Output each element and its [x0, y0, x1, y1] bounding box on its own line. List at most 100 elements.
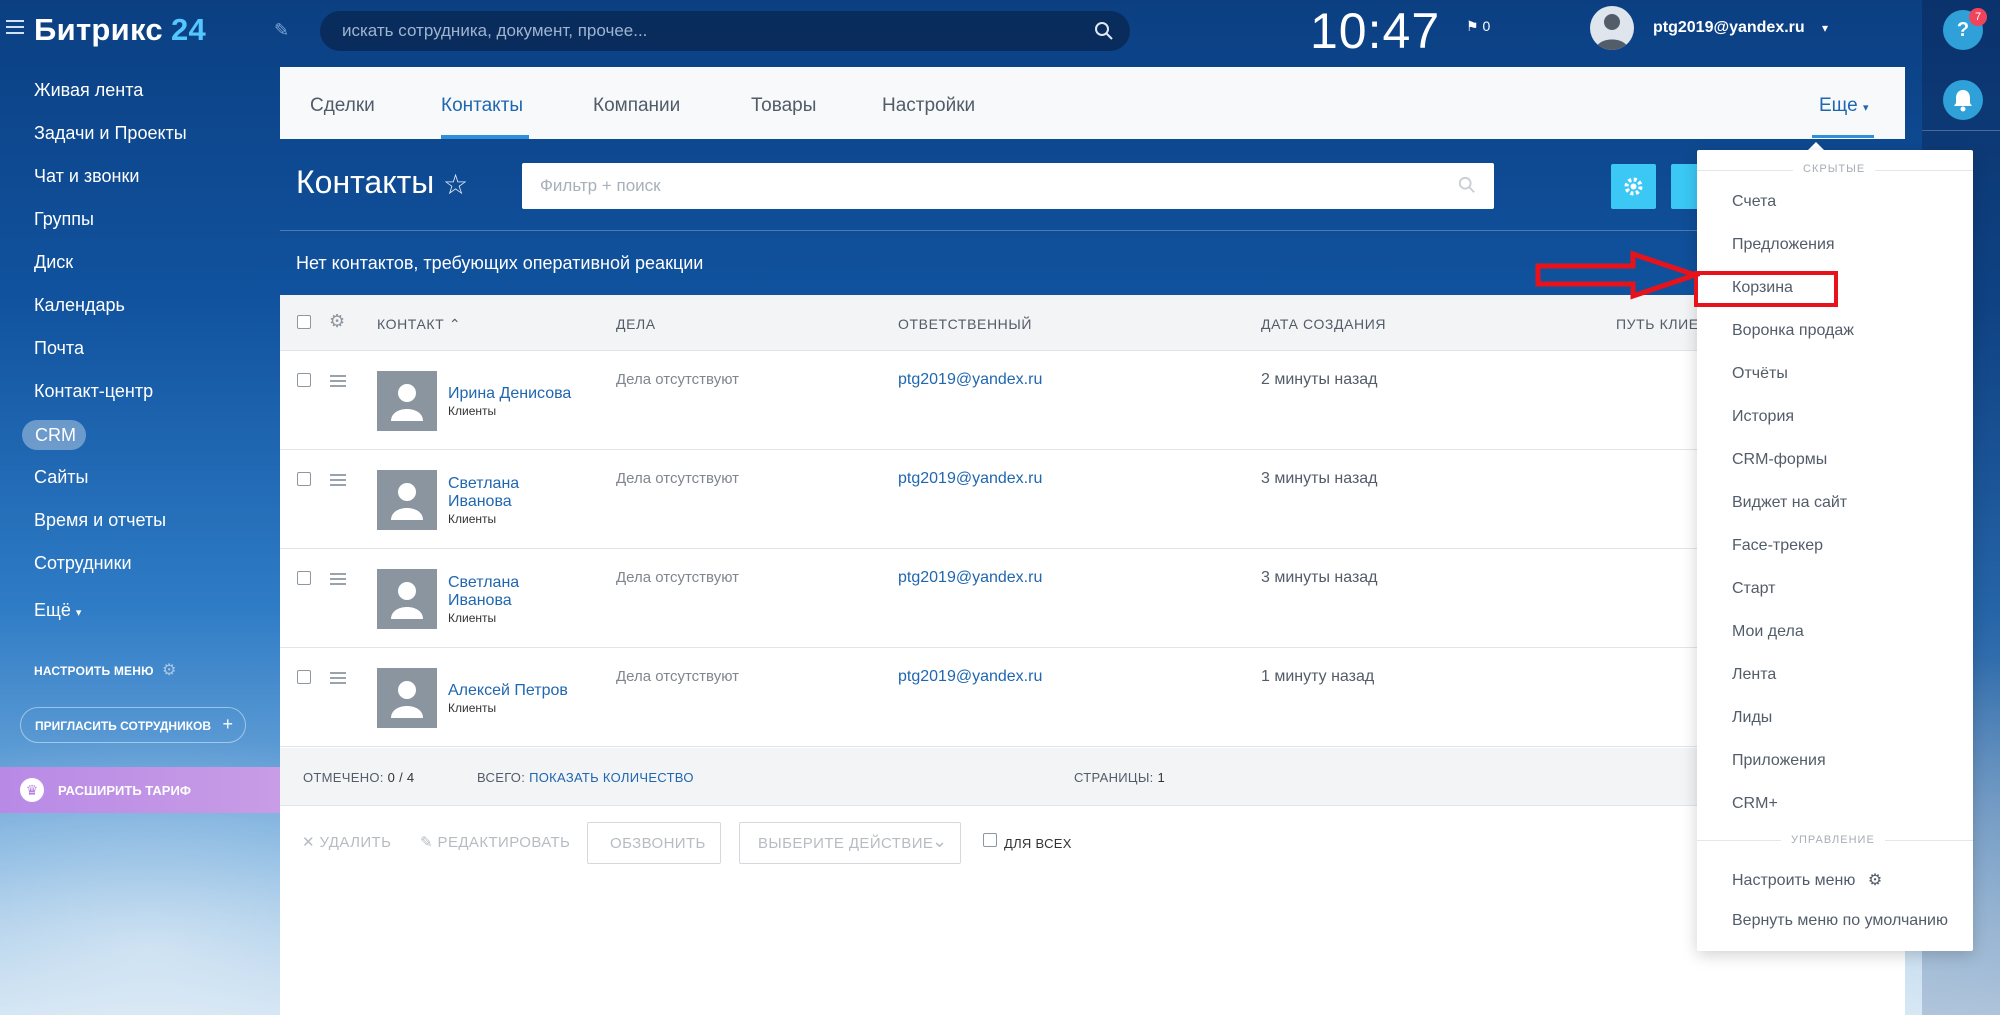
gear-icon: ⚙	[1867, 872, 1883, 889]
menu-item-configure[interactable]: Настроить меню ⚙	[1732, 870, 1882, 890]
logo-number: 24	[170, 12, 207, 47]
sidebar-item-disk[interactable]: Диск	[34, 252, 73, 273]
gear-icon	[1624, 177, 1643, 196]
app-logo[interactable]: Битрикс 24	[34, 12, 206, 48]
flag-icon: ⚑	[1466, 18, 1479, 34]
invite-employees-button[interactable]: ПРИГЛАСИТЬ СОТРУДНИКОВ +	[20, 707, 246, 743]
menu-item-crm-plus[interactable]: CRM+	[1732, 795, 1778, 813]
menu-item-crm-forms[interactable]: CRM-формы	[1732, 451, 1827, 469]
marked-label: ОТМЕЧЕНО:	[303, 770, 384, 785]
column-header-contact[interactable]: КОНТАКТ ⌃	[377, 316, 461, 333]
table-row[interactable]: Алексей Петров Клиенты Дела отсутствуют …	[280, 648, 1905, 747]
menu-item-applications[interactable]: Приложения	[1732, 752, 1826, 770]
drag-handle-icon[interactable]	[330, 573, 346, 588]
for-all-checkbox[interactable]	[983, 833, 997, 847]
search-icon[interactable]	[1458, 176, 1476, 194]
contact-name-link[interactable]: Светлана Иванова	[448, 574, 548, 610]
menu-item-feed[interactable]: Лента	[1732, 666, 1776, 684]
list-settings-button[interactable]	[1611, 164, 1656, 209]
search-icon[interactable]	[1094, 21, 1114, 41]
menu-item-start[interactable]: Старт	[1732, 580, 1775, 598]
contact-deals: Дела отсутствуют	[616, 470, 739, 487]
for-all-label: ДЛЯ ВСЕХ	[1004, 836, 1072, 851]
edit-action[interactable]: ✎ РЕДАКТИРОВАТЬ	[420, 833, 570, 851]
sidebar-item-mail[interactable]: Почта	[34, 338, 84, 359]
gear-icon[interactable]: ⚙	[329, 311, 345, 332]
column-header-deals[interactable]: ДЕЛА	[616, 316, 656, 332]
filter-search-input[interactable]: Фильтр + поиск	[522, 163, 1494, 209]
responsible-link[interactable]: ptg2019@yandex.ru	[898, 668, 1042, 686]
sidebar-item-sites[interactable]: Сайты	[34, 467, 88, 488]
column-header-created[interactable]: ДАТА СОЗДАНИЯ	[1261, 316, 1386, 332]
table-header: ⚙ КОНТАКТ ⌃ ДЕЛА ОТВЕТСТВЕННЫЙ ДАТА СОЗД…	[280, 295, 1905, 351]
show-count-link[interactable]: ПОКАЗАТЬ КОЛИЧЕСТВО	[529, 770, 694, 785]
star-icon[interactable]: ☆	[443, 168, 468, 201]
user-avatar[interactable]	[1590, 6, 1634, 50]
menu-item-face-tracker[interactable]: Face-трекер	[1732, 537, 1823, 555]
choose-action-select[interactable]: ВЫБЕРИТЕ ДЕЙСТВИЕ ⌄	[739, 822, 961, 864]
tab-deals[interactable]: Сделки	[310, 95, 375, 117]
bell-button[interactable]	[1943, 80, 1983, 120]
row-checkbox[interactable]	[297, 571, 311, 585]
drag-handle-icon[interactable]	[330, 375, 346, 390]
call-button[interactable]: ОБЗВОНИТЬ	[587, 822, 721, 864]
row-checkbox[interactable]	[297, 472, 311, 486]
user-silhouette-icon	[1596, 14, 1628, 50]
contact-name-link[interactable]: Ирина Денисова	[448, 385, 571, 403]
menu-item-site-widget[interactable]: Виджет на сайт	[1732, 494, 1847, 512]
drag-handle-icon[interactable]	[330, 474, 346, 489]
chevron-down-icon[interactable]: ▾	[1822, 21, 1828, 35]
menu-item-leads[interactable]: Лиды	[1732, 709, 1772, 727]
contact-name-link[interactable]: Алексей Петров	[448, 682, 568, 700]
sidebar-item-tasks[interactable]: Задачи и Проекты	[34, 123, 187, 144]
table-row[interactable]: Светлана Иванова Клиенты Дела отсутствую…	[280, 450, 1905, 549]
clock[interactable]: 10:47	[1310, 2, 1440, 60]
sidebar-item-chat[interactable]: Чат и звонки	[34, 166, 139, 187]
tab-products[interactable]: Товары	[751, 95, 816, 117]
responsible-link[interactable]: ptg2019@yandex.ru	[898, 569, 1042, 587]
delete-action[interactable]: ✕ УДАЛИТЬ	[302, 833, 391, 851]
responsible-link[interactable]: ptg2019@yandex.ru	[898, 371, 1042, 389]
menu-item-history[interactable]: История	[1732, 408, 1794, 426]
menu-item-my-activities[interactable]: Мои дела	[1732, 623, 1804, 641]
sidebar-item-time-reports[interactable]: Время и отчеты	[34, 510, 166, 531]
contact-name-link[interactable]: Светлана Иванова	[448, 475, 548, 511]
tab-companies[interactable]: Компании	[593, 95, 680, 117]
gear-icon[interactable]: ⚙	[162, 660, 176, 680]
drag-handle-icon[interactable]	[330, 672, 346, 687]
sidebar-item-employees[interactable]: Сотрудники	[34, 553, 132, 574]
sort-up-icon: ⌃	[448, 316, 462, 332]
upgrade-tariff-button[interactable]: ♛ РАСШИРИТЬ ТАРИФ	[0, 767, 280, 813]
user-email[interactable]: ptg2019@yandex.ru	[1653, 19, 1805, 37]
menu-item-reports[interactable]: Отчёты	[1732, 365, 1788, 383]
table-row[interactable]: Ирина Денисова Клиенты Дела отсутствуют …	[280, 351, 1905, 450]
pencil-icon[interactable]: ✎	[274, 20, 289, 41]
table-row[interactable]: Светлана Иванова Клиенты Дела отсутствую…	[280, 549, 1905, 648]
tab-more[interactable]: Еще ▾	[1819, 95, 1868, 117]
tab-contacts[interactable]: Контакты	[441, 95, 523, 117]
menu-item-sales-funnel[interactable]: Воронка продаж	[1732, 322, 1854, 340]
menu-item-invoices[interactable]: Счета	[1732, 193, 1776, 211]
menu-item-quotes[interactable]: Предложения	[1732, 236, 1835, 254]
select-all-checkbox[interactable]	[297, 315, 311, 329]
sidebar-item-crm[interactable]: CRM	[22, 420, 86, 450]
row-checkbox[interactable]	[297, 670, 311, 684]
row-checkbox[interactable]	[297, 373, 311, 387]
column-header-responsible[interactable]: ОТВЕТСТВЕННЫЙ	[898, 316, 1032, 332]
tab-settings[interactable]: Настройки	[882, 95, 975, 117]
configure-menu-link[interactable]: НАСТРОИТЬ МЕНЮ	[34, 664, 154, 678]
page-1-link[interactable]: 1	[1157, 770, 1165, 785]
responsible-link[interactable]: ptg2019@yandex.ru	[898, 470, 1042, 488]
sidebar-item-more[interactable]: Ещё ▾	[34, 600, 81, 621]
sidebar-item-feed[interactable]: Живая лента	[34, 80, 143, 101]
pagination: СТРАНИЦЫ: 1	[1074, 770, 1165, 785]
menu-item-reset-default[interactable]: Вернуть меню по умолчанию	[1732, 912, 1948, 930]
column-header-client-path[interactable]: ПУТЬ КЛИЕ	[1616, 316, 1699, 332]
sidebar-item-contact-center[interactable]: Контакт-центр	[34, 381, 153, 402]
tasks-flag[interactable]: ⚑ 0	[1466, 18, 1490, 35]
contact-avatar	[377, 569, 437, 629]
sidebar-item-groups[interactable]: Группы	[34, 209, 94, 230]
sidebar-item-calendar[interactable]: Календарь	[34, 295, 125, 316]
global-search-input[interactable]: искать сотрудника, документ, прочее...	[320, 11, 1130, 51]
hamburger-menu-icon[interactable]	[6, 20, 24, 36]
